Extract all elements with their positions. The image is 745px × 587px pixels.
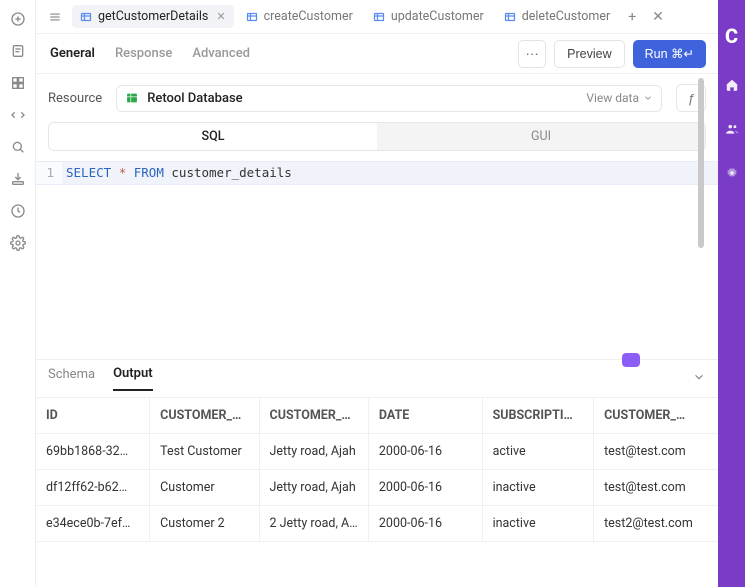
col-customer-email[interactable]: CUSTOMER_… bbox=[594, 398, 718, 434]
scrollbar[interactable] bbox=[698, 78, 704, 248]
run-button-label: Run ⌘↵ bbox=[645, 46, 694, 61]
chevron-down-icon bbox=[643, 93, 653, 103]
table-header-row: ID CUSTOMER_… CUSTOMER_… DATE SUBSCRIPTI… bbox=[36, 398, 718, 434]
col-customer-addr[interactable]: CUSTOMER_… bbox=[259, 398, 368, 434]
tab-getcustomerdetails[interactable]: getCustomerDetails ✕ bbox=[72, 5, 234, 28]
search-icon[interactable] bbox=[9, 138, 27, 156]
code-icon[interactable] bbox=[9, 106, 27, 124]
table-icon bbox=[80, 11, 92, 23]
download-icon[interactable] bbox=[9, 170, 27, 188]
add-tab-button[interactable]: + bbox=[622, 5, 642, 29]
more-button[interactable]: ··· bbox=[518, 40, 546, 68]
cell-email: test@test.com bbox=[594, 434, 718, 470]
cell-sub: inactive bbox=[482, 470, 594, 506]
col-date[interactable]: DATE bbox=[368, 398, 482, 434]
table-icon bbox=[504, 11, 516, 23]
collapse-icon[interactable] bbox=[692, 370, 706, 388]
resource-select[interactable]: Retool Database View data bbox=[116, 85, 662, 112]
tab-bar: getCustomerDetails ✕ createCustomer upda… bbox=[36, 0, 718, 34]
add-icon[interactable] bbox=[9, 10, 27, 28]
settings-icon[interactable] bbox=[9, 234, 27, 252]
tab-label: updateCustomer bbox=[391, 9, 484, 24]
left-rail bbox=[0, 0, 36, 587]
close-panel-button[interactable]: ✕ bbox=[646, 5, 670, 29]
history-icon[interactable] bbox=[9, 202, 27, 220]
component-icon[interactable] bbox=[9, 74, 27, 92]
sub-tab-general[interactable]: General bbox=[48, 42, 97, 65]
sub-tab-advanced[interactable]: Advanced bbox=[190, 42, 252, 65]
table-row[interactable]: 69bb1868-32… Test Customer Jetty road, A… bbox=[36, 434, 718, 470]
seg-sql[interactable]: SQL bbox=[49, 123, 377, 150]
cell-name: Customer 2 bbox=[150, 506, 259, 542]
cell-date: 2000-06-16 bbox=[368, 506, 482, 542]
results-tab-schema[interactable]: Schema bbox=[48, 367, 95, 390]
cell-email: test@test.com bbox=[594, 470, 718, 506]
cell-date: 2000-06-16 bbox=[368, 470, 482, 506]
close-icon[interactable]: ✕ bbox=[216, 10, 225, 23]
cell-addr: Jetty road, Ajah bbox=[259, 470, 368, 506]
table-icon bbox=[246, 11, 258, 23]
table-row[interactable]: e34ece0b-7ef… Customer 2 2 Jetty road, A… bbox=[36, 506, 718, 542]
cell-sub: active bbox=[482, 434, 594, 470]
menu-icon[interactable] bbox=[42, 8, 68, 26]
cell-id: df12ff62-b62… bbox=[36, 470, 150, 506]
col-subscription[interactable]: SUBSCRIPTI… bbox=[482, 398, 594, 434]
cell-id: e34ece0b-7ef… bbox=[36, 506, 150, 542]
line-number: 1 bbox=[36, 162, 62, 184]
gear-icon[interactable] bbox=[725, 166, 739, 180]
cell-id: 69bb1868-32… bbox=[36, 434, 150, 470]
right-sidebar: C bbox=[718, 0, 745, 587]
code-editor[interactable]: 1 SELECT * FROM customer_details bbox=[36, 161, 718, 341]
cell-date: 2000-06-16 bbox=[368, 434, 482, 470]
view-data-link[interactable]: View data bbox=[586, 91, 653, 105]
results-tab-output[interactable]: Output bbox=[113, 366, 153, 391]
run-button[interactable]: Run ⌘↵ bbox=[633, 40, 706, 68]
tab-label: getCustomerDetails bbox=[98, 9, 208, 24]
table-row[interactable]: df12ff62-b62… Customer Jetty road, Ajah … bbox=[36, 470, 718, 506]
tab-deletecustomer[interactable]: deleteCustomer bbox=[496, 5, 618, 28]
col-customer-name[interactable]: CUSTOMER_… bbox=[150, 398, 259, 434]
tab-label: createCustomer bbox=[264, 9, 353, 24]
table-icon bbox=[373, 11, 385, 23]
keyword-from: FROM bbox=[134, 165, 164, 180]
cell-addr: 2 Jetty road, Aj… bbox=[259, 506, 368, 542]
cell-sub: inactive bbox=[482, 506, 594, 542]
sub-tab-response[interactable]: Response bbox=[113, 42, 174, 65]
keyword-select: SELECT bbox=[66, 165, 111, 180]
tab-updatecustomer[interactable]: updateCustomer bbox=[365, 5, 492, 28]
col-id[interactable]: ID bbox=[36, 398, 150, 434]
resizer-badge[interactable] bbox=[622, 353, 640, 367]
brand-initial: C bbox=[725, 24, 738, 48]
cell-name: Customer bbox=[150, 470, 259, 506]
tab-label: deleteCustomer bbox=[522, 9, 610, 24]
home-icon[interactable] bbox=[725, 78, 739, 92]
users-icon[interactable] bbox=[725, 122, 739, 136]
sub-tabs: General Response Advanced ··· Preview Ru… bbox=[36, 34, 718, 74]
resource-name: Retool Database bbox=[147, 91, 242, 106]
note-icon[interactable] bbox=[9, 42, 27, 60]
tab-createcustomer[interactable]: createCustomer bbox=[238, 5, 361, 28]
star: * bbox=[119, 165, 127, 180]
resource-label: Resource bbox=[48, 91, 102, 106]
mode-segment: SQL GUI bbox=[48, 122, 706, 151]
cell-addr: Jetty road, Ajah bbox=[259, 434, 368, 470]
database-icon bbox=[125, 91, 139, 105]
cell-name: Test Customer bbox=[150, 434, 259, 470]
preview-button[interactable]: Preview bbox=[554, 40, 624, 68]
output-table[interactable]: ID CUSTOMER_… CUSTOMER_… DATE SUBSCRIPTI… bbox=[36, 398, 718, 587]
cell-email: test2@test.com bbox=[594, 506, 718, 542]
seg-gui[interactable]: GUI bbox=[377, 123, 705, 150]
identifier: customer_details bbox=[171, 165, 291, 180]
